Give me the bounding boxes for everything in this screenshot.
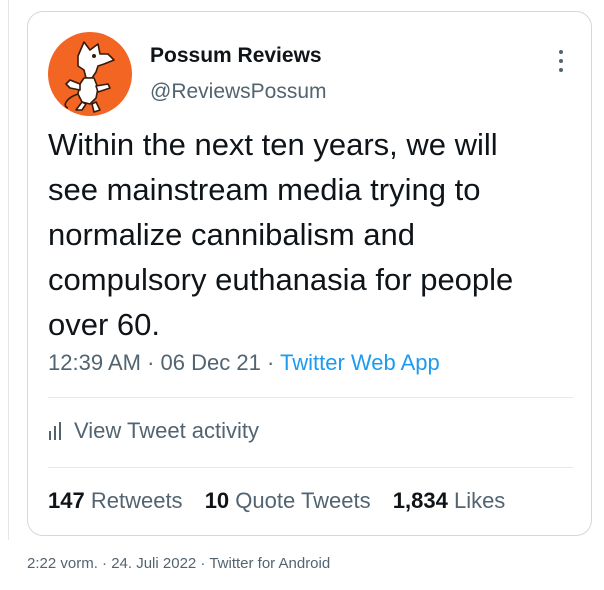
quote-tweets-label: Quote Tweets	[235, 488, 371, 513]
display-name[interactable]: Possum Reviews	[150, 44, 322, 68]
quote-tweets-count: 10	[204, 488, 230, 513]
tweet-time[interactable]: 12:39 AM	[48, 350, 141, 375]
left-border-line	[8, 0, 9, 540]
tweet-date[interactable]: 06 Dec 21	[161, 350, 261, 375]
quote-tweets-stat[interactable]: 10 Quote Tweets	[205, 488, 371, 513]
tweet-text: Within the next ten years, we will see m…	[48, 127, 514, 342]
likes-count: 1,834	[392, 488, 448, 513]
avatar[interactable]	[48, 32, 132, 116]
more-options-icon[interactable]	[554, 48, 568, 74]
outer-timestamp: 2:22 vorm. · 24. Juli 2022 · Twitter for…	[27, 555, 331, 572]
retweets-stat[interactable]: 147 Retweets	[48, 488, 183, 513]
retweets-label: Retweets	[90, 488, 183, 513]
likes-label: Likes	[453, 488, 506, 513]
tweet-source-link[interactable]: Twitter Web App	[280, 350, 440, 375]
divider	[48, 397, 573, 398]
view-activity-label: View Tweet activity	[74, 418, 260, 443]
view-activity-link[interactable]: View Tweet activity	[48, 418, 259, 444]
possum-avatar-icon	[64, 41, 115, 113]
likes-stat[interactable]: 1,834 Likes	[393, 488, 506, 513]
meta-separator: ·	[266, 350, 275, 375]
user-handle[interactable]: @ReviewsPossum	[150, 80, 327, 104]
retweets-count: 147	[48, 488, 85, 513]
meta-separator: ·	[147, 350, 155, 375]
tweet-card[interactable]: Possum Reviews @ReviewsPossum Within the…	[27, 11, 592, 536]
tweet-meta: 12:39 AM · 06 Dec 21 · Twitter Web App	[48, 350, 440, 376]
bar-chart-icon	[49, 422, 61, 440]
divider	[48, 467, 573, 468]
tweet-stats: 147 Retweets 10 Quote Tweets 1,834 Likes	[48, 488, 521, 514]
